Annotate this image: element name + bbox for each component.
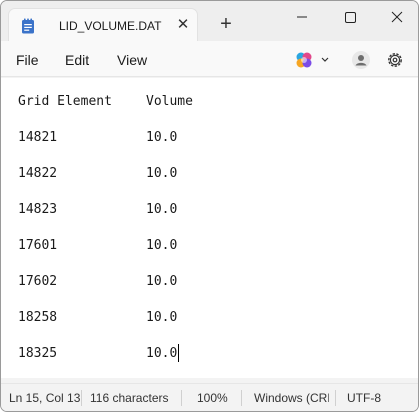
character-count: 116 characters <box>90 391 169 405</box>
row-volume: 10.0 <box>146 274 178 289</box>
close-tab-icon[interactable]: ✕ <box>172 14 194 36</box>
status-bar: Ln 15, Col 13 116 characters 100% Window… <box>1 383 418 411</box>
row-volume: 10.0 <box>146 130 178 145</box>
tab-document[interactable]: LID_VOLUME.DAT ✕ <box>8 8 198 41</box>
row-element: 17601 <box>18 238 58 253</box>
row-volume: 10.0 <box>146 310 178 325</box>
status-divider <box>181 390 182 406</box>
menu-view[interactable]: View <box>117 52 147 68</box>
maximize-icon[interactable] <box>327 5 373 29</box>
row-element: 18258 <box>18 310 58 325</box>
settings-icon[interactable] <box>385 50 405 70</box>
row-volume: 10.0 <box>146 202 178 217</box>
text-editor[interactable]: Grid Element Volume 14821 10.0 14822 10.… <box>1 78 418 378</box>
row-element: 14822 <box>18 166 58 181</box>
notepad-window: LID_VOLUME.DAT ✕ + File Edit View Grid E… <box>0 0 419 412</box>
encoding[interactable]: UTF-8 <box>347 391 381 405</box>
row-volume: 10.0 <box>146 238 178 253</box>
row-element: 14823 <box>18 202 58 217</box>
notepad-icon <box>21 18 35 34</box>
row-element: 17602 <box>18 274 58 289</box>
menu-file[interactable]: File <box>16 52 39 68</box>
minimize-icon[interactable] <box>279 5 325 29</box>
tab-title: LID_VOLUME.DAT <box>59 19 162 33</box>
status-divider <box>335 390 336 406</box>
menu-edit[interactable]: Edit <box>65 52 89 68</box>
header-grid-element: Grid Element <box>18 94 112 109</box>
cursor-position[interactable]: Ln 15, Col 13 <box>9 391 80 405</box>
new-tab-button[interactable]: + <box>214 14 238 38</box>
status-divider <box>241 390 242 406</box>
menu-bar: File Edit View <box>1 41 418 77</box>
close-icon[interactable] <box>374 5 418 29</box>
row-element: 14821 <box>18 130 58 145</box>
header-volume: Volume <box>146 94 193 109</box>
title-bar: LID_VOLUME.DAT ✕ + <box>1 1 418 41</box>
account-icon[interactable] <box>351 50 371 70</box>
line-ending[interactable]: Windows (CRLF) <box>254 391 329 405</box>
copilot-icon[interactable] <box>295 50 335 70</box>
status-divider <box>81 390 82 406</box>
row-element: 18325 <box>18 346 58 361</box>
row-volume: 10.0 <box>146 346 178 361</box>
zoom-level[interactable]: 100% <box>197 391 228 405</box>
row-volume: 10.0 <box>146 166 178 181</box>
text-caret <box>178 344 179 362</box>
